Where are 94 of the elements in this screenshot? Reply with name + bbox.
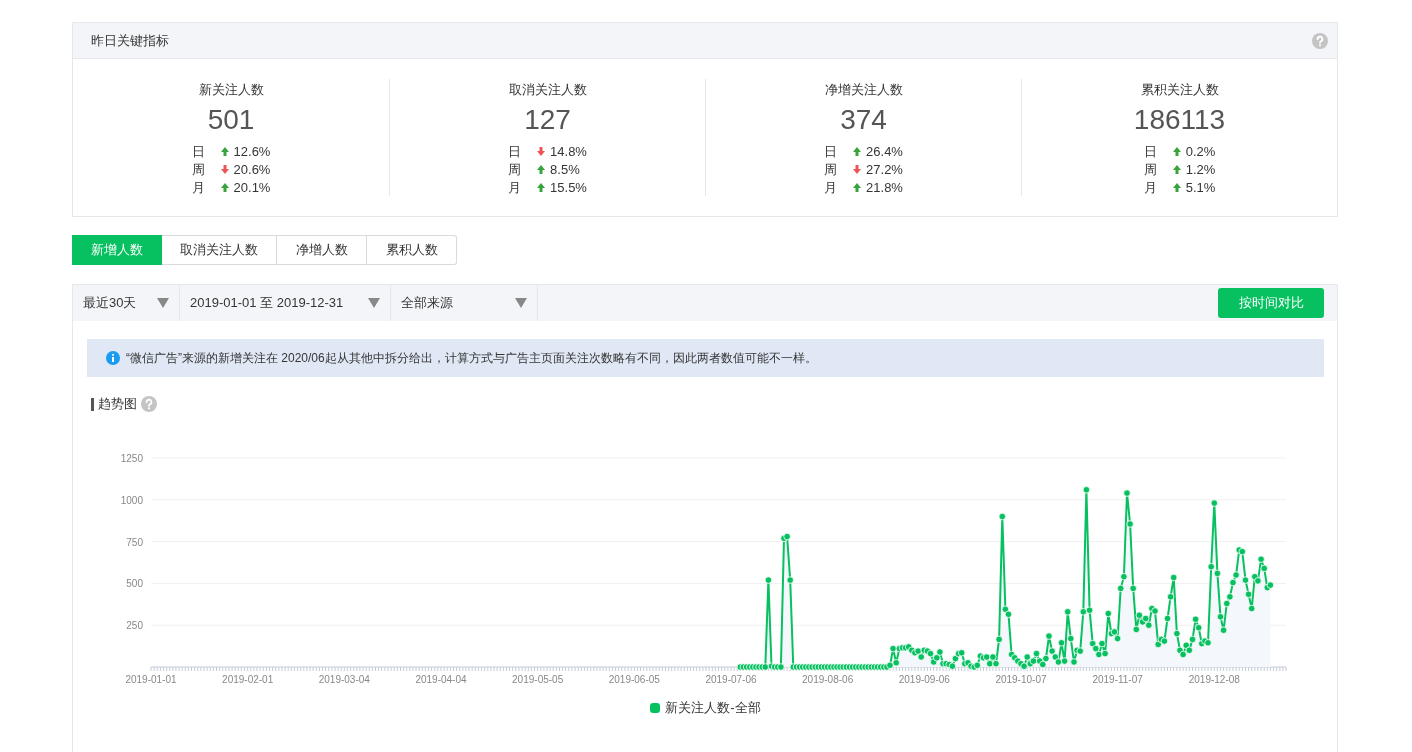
period-label: 日 <box>824 143 838 160</box>
period-label: 月 <box>508 179 522 196</box>
data-point <box>764 576 773 584</box>
x-tick-label: 2019-09-06 <box>898 674 950 685</box>
change-percent: 21.8% <box>866 179 903 196</box>
x-tick-label: 2019-03-04 <box>318 674 370 685</box>
caret-icon <box>515 298 527 308</box>
panel-title: 昨日关键指标 <box>91 31 169 50</box>
metric-label: 累积关注人数 <box>1140 81 1219 99</box>
dropdown[interactable]: 2019-01-01 至 2019-12-31 <box>180 285 391 321</box>
data-point <box>951 654 960 663</box>
data-point <box>1064 608 1072 616</box>
change-percent: 1.2% <box>1185 161 1216 178</box>
y-tick-label: 500 <box>126 578 143 590</box>
metric-value: 501 <box>207 103 255 137</box>
x-tick-label: 2019-01-01 <box>125 674 177 685</box>
tab[interactable]: 累积人数 <box>367 235 457 265</box>
y-tick-label: 1250 <box>120 453 143 464</box>
change-percent: 27.2% <box>866 161 903 178</box>
x-tick-label: 2019-04-04 <box>415 674 467 685</box>
period-label: 周 <box>508 161 522 178</box>
info-icon <box>106 351 120 365</box>
metric-value: 374 <box>840 103 887 137</box>
period-label: 周 <box>191 161 205 178</box>
caret-icon <box>368 298 380 308</box>
change-percent: 20.1% <box>233 179 271 196</box>
change-percent: 8.5% <box>550 161 580 178</box>
tab[interactable]: 取消关注人数 <box>162 235 277 265</box>
data-point <box>1170 573 1178 582</box>
change-percent: 20.6% <box>233 161 271 178</box>
legend-label: 新关注人数-全部 <box>665 699 761 717</box>
y-tick-label: 1000 <box>120 494 143 506</box>
period-label: 日 <box>191 143 205 160</box>
period-label: 月 <box>1143 179 1157 196</box>
x-tick-label: 2019-05-05 <box>512 674 564 685</box>
data-point <box>1117 584 1125 593</box>
data-point <box>1173 629 1181 638</box>
metric-label: 净增关注人数 <box>824 81 903 99</box>
metric-value: 127 <box>524 103 571 137</box>
x-tick-label: 2019-02-01 <box>222 674 274 685</box>
data-point <box>1082 486 1091 494</box>
data-point <box>1188 635 1197 644</box>
metric-label: 新关注人数 <box>198 81 264 99</box>
notice-text: “微信广告”来源的新增关注在 2020/06起从其他中拆分给出，计算方式与广告主页面关注次数略有不同，因此两者数值可能不一样。 <box>126 349 817 367</box>
metric-label: 取消关注人数 <box>508 81 587 99</box>
data-point <box>1126 520 1134 528</box>
data-point <box>1216 613 1225 621</box>
period-label: 周 <box>824 161 838 178</box>
data-point <box>1213 569 1222 578</box>
data-point <box>1123 489 1131 497</box>
help-icon[interactable] <box>1312 32 1328 49</box>
tab[interactable]: 净增人数 <box>277 235 367 265</box>
change-percent: 5.1% <box>1185 179 1216 196</box>
change-percent: 12.6% <box>233 143 271 160</box>
dropdown[interactable]: 最近30天 <box>73 285 180 321</box>
y-tick-label: 750 <box>126 536 143 548</box>
data-point <box>998 512 1006 521</box>
period-label: 日 <box>1143 143 1157 160</box>
data-point <box>1166 593 1175 601</box>
x-tick-label: 2019-08-06 <box>802 674 854 685</box>
change-percent: 15.5% <box>550 179 587 196</box>
section-marker <box>91 397 94 411</box>
data-point <box>1120 573 1128 581</box>
x-tick-label: 2019-12-08 <box>1188 674 1240 685</box>
metric-value: 186113 <box>1133 103 1226 137</box>
change-percent: 26.4% <box>866 143 903 160</box>
change-percent: 14.8% <box>550 143 587 160</box>
data-point <box>1163 614 1172 623</box>
data-point <box>1210 499 1218 507</box>
x-tick-label: 2019-06-05 <box>608 674 660 685</box>
data-point <box>995 635 1003 644</box>
section-title: 趋势图 <box>98 395 137 413</box>
data-point <box>1129 584 1137 593</box>
dropdown[interactable]: 全部来源 <box>391 285 538 321</box>
data-point <box>786 576 794 584</box>
data-point <box>926 649 935 658</box>
caret-icon <box>157 298 169 308</box>
period-label: 日 <box>508 143 522 160</box>
period-label: 月 <box>824 179 838 196</box>
data-point <box>1045 632 1053 640</box>
data-point <box>1219 626 1228 634</box>
period-label: 周 <box>1143 161 1157 178</box>
change-percent: 0.2% <box>1185 143 1216 160</box>
period-label: 月 <box>191 179 205 196</box>
help-icon[interactable] <box>141 396 157 412</box>
data-point <box>1248 604 1256 613</box>
data-point <box>1113 634 1122 643</box>
x-tick-label: 2019-07-06 <box>705 674 757 685</box>
x-tick-label: 2019-10-07 <box>995 674 1047 685</box>
data-point <box>1104 609 1112 618</box>
data-point <box>1244 590 1253 598</box>
data-point <box>1032 649 1041 658</box>
x-tick-label: 2019-11-07 <box>1092 674 1143 685</box>
y-tick-label: 250 <box>126 620 143 632</box>
